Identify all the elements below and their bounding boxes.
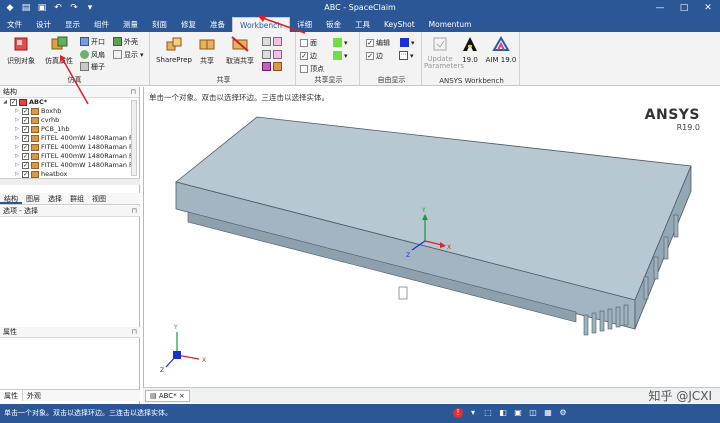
- error-icon[interactable]: !: [453, 408, 463, 418]
- filter-icon[interactable]: ◫: [528, 408, 538, 418]
- status-text: 单击一个对象。双击以选择环边。三连击以选择实体。: [4, 409, 172, 417]
- annotation-layer: [60, 16, 306, 105]
- status-bar: 单击一个对象。双击以选择环边。三连击以选择实体。 ! ▾ ⬚ ◧ ▣ ◫ ▦ ⚙: [0, 404, 720, 423]
- grid-icon[interactable]: ▦: [543, 408, 553, 418]
- annotation-arrow: [259, 16, 306, 34]
- snap-icon[interactable]: ◧: [498, 408, 508, 418]
- select-mode-icon[interactable]: ⬚: [483, 408, 493, 418]
- status-icons: ! ▾ ⬚ ◧ ▣ ◫ ▦ ⚙: [453, 408, 568, 418]
- view-icon[interactable]: ▣: [513, 408, 523, 418]
- annotation-arrow: [61, 57, 89, 105]
- settings-icon[interactable]: ⚙: [558, 408, 568, 418]
- dropdown-icon[interactable]: ▾: [468, 408, 478, 418]
